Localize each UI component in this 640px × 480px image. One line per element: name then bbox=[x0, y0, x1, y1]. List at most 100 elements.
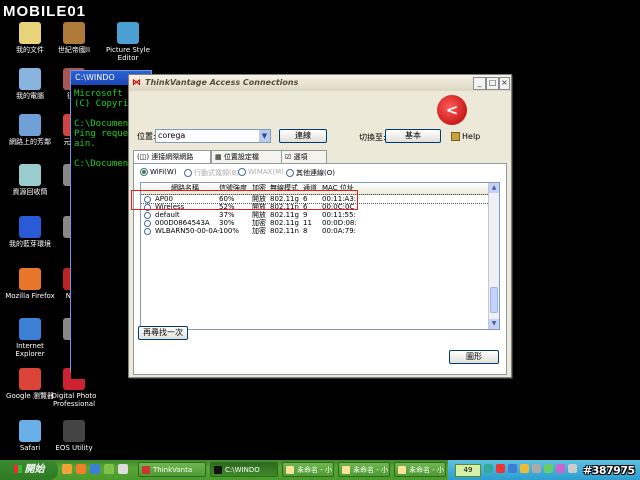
quicklaunch-app-icon[interactable] bbox=[104, 464, 114, 474]
bluetooth-tray-icon[interactable] bbox=[508, 464, 517, 473]
tray-icon[interactable] bbox=[496, 464, 505, 473]
network-cell: 802.11g bbox=[270, 211, 299, 219]
network-cell: 00:0A:79: bbox=[322, 227, 357, 235]
desktop-icon[interactable]: Picture Style Editor bbox=[99, 22, 157, 62]
task-label: 未命名 - 小 bbox=[409, 466, 444, 474]
location-value: corega bbox=[158, 131, 186, 140]
ie-icon bbox=[19, 318, 41, 340]
help-link[interactable]: Help bbox=[451, 132, 480, 141]
network-cell: 37% bbox=[219, 211, 235, 219]
scroll-thumb[interactable] bbox=[490, 287, 498, 313]
start-label: 開始 bbox=[24, 464, 45, 475]
tab-label: 位置設定檔 bbox=[223, 153, 259, 161]
desktop-icon[interactable]: EOS Utility bbox=[45, 420, 103, 452]
network-tray-icon[interactable] bbox=[484, 464, 493, 473]
close-button[interactable]: × bbox=[499, 77, 510, 90]
location-select[interactable]: corega ▼ bbox=[155, 129, 271, 143]
task-label: ThinkVanta bbox=[153, 466, 193, 474]
task-thinkvantage[interactable]: ThinkVanta bbox=[138, 462, 206, 477]
app-logo-icon: ⋈ bbox=[132, 78, 141, 88]
task-cmd[interactable]: C:\WINDO bbox=[210, 462, 278, 477]
legend-button[interactable]: 圖形 bbox=[449, 350, 499, 364]
folder-icon bbox=[19, 22, 41, 44]
radio-other[interactable]: 其他連線(O) bbox=[286, 168, 335, 178]
scroll-down-icon[interactable]: ▼ bbox=[489, 319, 499, 329]
tab-connect-internet[interactable]: (◫) 連接網際網路 bbox=[133, 150, 211, 164]
desktop-icon-label-line2: Editor bbox=[117, 54, 139, 62]
profile-icon: ▦ bbox=[215, 153, 222, 161]
quicklaunch-app-icon[interactable] bbox=[76, 464, 86, 474]
help-icon bbox=[451, 132, 460, 141]
network-cell: 802.11n bbox=[270, 227, 299, 235]
tab-label: 連接網際網路 bbox=[151, 153, 194, 161]
cmd-icon bbox=[214, 466, 222, 474]
recycle-bin-icon bbox=[19, 164, 41, 186]
scroll-up-icon[interactable]: ▲ bbox=[489, 183, 499, 193]
network-cell: 802.11g bbox=[270, 219, 299, 227]
tray-icon[interactable] bbox=[532, 464, 541, 473]
notepad-icon bbox=[398, 466, 406, 474]
quicklaunch-firefox-icon[interactable] bbox=[62, 464, 72, 474]
safari-icon bbox=[19, 420, 41, 442]
radio-wimax[interactable]: WiMAX(M) bbox=[238, 168, 284, 176]
desktop-icon-label: Digital Photo bbox=[51, 392, 97, 400]
network-radio-icon bbox=[144, 212, 151, 219]
tab-options[interactable]: ☑ 選項 bbox=[281, 150, 327, 163]
radio-label: 行動式寬頻(B) bbox=[194, 169, 240, 177]
quicklaunch-ie-icon[interactable] bbox=[90, 464, 100, 474]
network-cell: 開放 bbox=[252, 211, 266, 219]
task-notepad-2[interactable]: 未命名 - 小 bbox=[338, 462, 390, 477]
tray-icon[interactable] bbox=[556, 464, 565, 473]
desktop-icon-label: 世紀帝國II bbox=[57, 46, 91, 54]
chevron-down-icon[interactable]: ▼ bbox=[259, 130, 270, 142]
desktop-icon-label: Picture Style bbox=[106, 46, 150, 54]
computer-icon bbox=[19, 68, 41, 90]
network-row[interactable]: default 37% 開放 802.11g 9 00:11:55: bbox=[141, 211, 499, 219]
desktop-icon-label-line2: Explorer bbox=[15, 350, 45, 358]
start-button[interactable]: 開始 bbox=[0, 460, 58, 480]
radio-dot bbox=[238, 168, 246, 176]
minimize-button[interactable]: _ bbox=[473, 77, 486, 90]
picture-style-icon bbox=[117, 22, 139, 44]
tab-location-profiles[interactable]: ▦ 位置設定檔 bbox=[211, 150, 283, 163]
location-label: 位置: bbox=[137, 132, 156, 141]
network-row[interactable]: 000D0864543A 30% 加密 802.11g 11 00:0D:08: bbox=[141, 219, 499, 227]
network-row[interactable]: WLBARN50-00-0A- 100% 加密 802.11n 8 00:0A:79: bbox=[141, 227, 499, 235]
volume-tray-icon[interactable] bbox=[568, 464, 577, 473]
task-label: 未命名 - 小 bbox=[353, 466, 388, 474]
network-cell: 9 bbox=[303, 211, 308, 219]
desktop-icon-label-line2: Professional bbox=[52, 400, 96, 408]
network-cell: 00:0D:08: bbox=[322, 219, 357, 227]
list-scrollbar[interactable]: ▲ ▼ bbox=[488, 183, 499, 329]
network-cell: default bbox=[155, 211, 180, 219]
tray-icon[interactable] bbox=[544, 464, 553, 473]
network-icon bbox=[19, 114, 41, 136]
task-notepad-1[interactable]: 未命名 - 小 bbox=[282, 462, 334, 477]
task-label: 未命名 - 小 bbox=[297, 466, 332, 474]
firefox-icon bbox=[19, 268, 41, 290]
desktop-icon[interactable]: 世紀帝國II bbox=[45, 22, 103, 54]
radio-dot bbox=[184, 169, 192, 177]
access-connections-window[interactable]: ⋈ ThinkVantage Access Connections _ □ × … bbox=[128, 74, 512, 378]
quicklaunch-app-icon[interactable] bbox=[118, 464, 128, 474]
task-notepad-3[interactable]: 未命名 - 小 bbox=[394, 462, 446, 477]
radio-label: WiMAX(M) bbox=[248, 168, 284, 176]
window-title-bar[interactable]: ⋈ ThinkVantage Access Connections _ □ × bbox=[129, 75, 511, 91]
basic-mode-button[interactable]: 基本 bbox=[385, 129, 441, 143]
radio-wifi[interactable]: WiFi(W) bbox=[140, 168, 177, 176]
connect-button[interactable]: 連線 bbox=[279, 129, 327, 143]
notepad-icon bbox=[342, 466, 350, 474]
windows-logo-icon bbox=[13, 465, 22, 473]
tray-icon[interactable] bbox=[520, 464, 529, 473]
network-radio-icon bbox=[144, 228, 151, 235]
task-label: C:\WINDO bbox=[225, 466, 260, 474]
maximize-button[interactable]: □ bbox=[486, 77, 499, 90]
network-cell: 加密 bbox=[252, 227, 266, 235]
app-icon bbox=[142, 466, 150, 474]
switch-label: 切換至: bbox=[359, 133, 386, 142]
radio-label: 其他連線(O) bbox=[296, 169, 335, 177]
refresh-search-button[interactable]: 再尋找一次 bbox=[138, 326, 188, 340]
network-cell: 加密 bbox=[252, 219, 266, 227]
battery-indicator[interactable]: 49 bbox=[455, 464, 481, 477]
radio-mobile-broadband[interactable]: 行動式寬頻(B) bbox=[184, 168, 239, 178]
